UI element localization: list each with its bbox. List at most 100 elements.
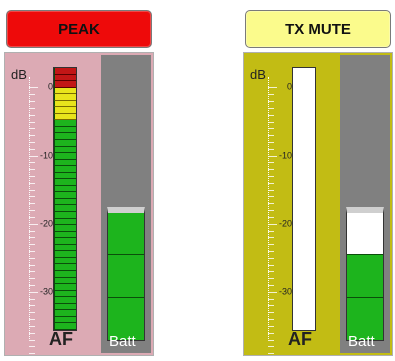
scale-minor-tick bbox=[29, 271, 35, 273]
scale-minor-tick bbox=[29, 107, 35, 109]
scale-minor-tick bbox=[29, 298, 35, 300]
scale-minor-tick bbox=[268, 244, 274, 246]
scale-minor-tick bbox=[29, 121, 35, 123]
channel-left: PEAK dB 0 -10 -20 -30 AF Batt bbox=[4, 8, 156, 361]
scale-minor-tick bbox=[29, 257, 35, 259]
battery-divider bbox=[108, 296, 144, 298]
scale-minor-tick bbox=[29, 305, 35, 307]
scale-minor-tick bbox=[268, 237, 274, 239]
battery-divider bbox=[108, 253, 144, 255]
scale-minor-tick bbox=[29, 203, 35, 205]
scale-minor-tick bbox=[29, 169, 35, 171]
scale-minor-tick bbox=[29, 332, 35, 334]
scale-minor-tick bbox=[268, 250, 274, 252]
scale-minor-tick bbox=[268, 230, 274, 232]
scale-minor-tick bbox=[268, 257, 274, 259]
battery-column-left: Batt bbox=[101, 55, 151, 353]
scale-minor-tick bbox=[268, 332, 274, 334]
af-level-meter-left bbox=[53, 67, 77, 331]
tick-label-m20: -20 bbox=[39, 218, 53, 229]
battery-label: Batt bbox=[109, 333, 136, 350]
scale-minor-tick bbox=[29, 155, 38, 157]
scale-minor-tick bbox=[268, 114, 274, 116]
scale-minor-tick bbox=[29, 346, 35, 348]
scale-minor-tick bbox=[29, 291, 38, 293]
db-unit-label: dB bbox=[11, 67, 27, 82]
meter-panel-left: dB 0 -10 -20 -30 AF Batt bbox=[4, 52, 154, 361]
battery-divider bbox=[347, 296, 383, 298]
scale-minor-tick bbox=[268, 101, 274, 103]
tick-label-m20: -20 bbox=[278, 218, 292, 229]
scale-minor-tick bbox=[29, 189, 35, 191]
scale-minor-tick bbox=[29, 250, 35, 252]
battery-meter-left bbox=[107, 207, 145, 341]
scale-minor-tick bbox=[268, 346, 274, 348]
db-scale-right: 0 -10 -20 -30 bbox=[268, 77, 292, 361]
battery-column-right: Batt bbox=[340, 55, 390, 353]
scale-minor-tick bbox=[29, 244, 35, 246]
scale-minor-tick bbox=[268, 325, 274, 327]
scale-minor-tick bbox=[268, 196, 274, 198]
scale-minor-tick bbox=[29, 101, 35, 103]
scale-minor-tick bbox=[268, 319, 274, 321]
scale-minor-tick bbox=[29, 176, 35, 178]
scale-minor-tick bbox=[29, 353, 35, 355]
scale-minor-tick bbox=[268, 291, 277, 293]
scale-minor-tick bbox=[29, 339, 35, 341]
scale-minor-tick bbox=[268, 135, 274, 137]
scale-minor-tick bbox=[268, 121, 274, 123]
tx-mute-status-button[interactable]: TX MUTE bbox=[245, 10, 391, 48]
scale-minor-tick bbox=[29, 94, 35, 96]
scale-minor-tick bbox=[268, 223, 277, 225]
scale-minor-tick bbox=[29, 210, 35, 212]
scale-minor-tick bbox=[268, 216, 274, 218]
db-unit-label: dB bbox=[250, 67, 266, 82]
scale-minor-tick bbox=[29, 230, 35, 232]
scale-line bbox=[29, 77, 30, 339]
scale-minor-tick bbox=[268, 176, 274, 178]
scale-minor-tick bbox=[268, 271, 274, 273]
scale-minor-tick bbox=[29, 325, 35, 327]
scale-minor-tick bbox=[268, 162, 274, 164]
af-level-meter-right bbox=[292, 67, 316, 331]
scale-minor-tick bbox=[268, 155, 277, 157]
scale-minor-tick bbox=[29, 196, 35, 198]
scale-minor-tick bbox=[29, 216, 35, 218]
af-level-fill bbox=[54, 68, 76, 330]
scale-minor-tick bbox=[268, 87, 277, 89]
scale-minor-tick bbox=[268, 182, 274, 184]
scale-minor-tick bbox=[268, 128, 274, 130]
af-label: AF bbox=[49, 329, 73, 349]
scale-minor-tick bbox=[29, 278, 35, 280]
scale-minor-tick bbox=[29, 135, 35, 137]
tick-label-m10: -10 bbox=[39, 150, 53, 161]
scale-minor-tick bbox=[268, 264, 274, 266]
battery-meter-right bbox=[346, 207, 384, 341]
scale-minor-tick bbox=[268, 305, 274, 307]
scale-minor-tick bbox=[268, 339, 274, 341]
channel-right: TX MUTE dB 0 -10 -20 -30 AF Batt bbox=[243, 8, 395, 361]
scale-minor-tick bbox=[29, 148, 35, 150]
scale-minor-tick bbox=[268, 107, 274, 109]
battery-level-fill bbox=[108, 213, 144, 340]
peak-status-button[interactable]: PEAK bbox=[6, 10, 152, 48]
db-scale-left: 0 -10 -20 -30 bbox=[29, 77, 53, 361]
scale-minor-tick bbox=[268, 312, 274, 314]
tick-label-m30: -30 bbox=[39, 286, 53, 297]
tick-label-m10: -10 bbox=[278, 150, 292, 161]
scale-minor-tick bbox=[268, 148, 274, 150]
scale-minor-tick bbox=[29, 285, 35, 287]
scale-minor-tick bbox=[29, 114, 35, 116]
scale-minor-tick bbox=[29, 141, 35, 143]
scale-minor-tick bbox=[268, 94, 274, 96]
battery-label: Batt bbox=[348, 333, 375, 350]
af-label: AF bbox=[288, 329, 312, 349]
scale-minor-tick bbox=[268, 141, 274, 143]
scale-minor-tick bbox=[268, 210, 274, 212]
scale-minor-tick bbox=[268, 169, 274, 171]
scale-minor-tick bbox=[29, 237, 35, 239]
scale-minor-tick bbox=[268, 189, 274, 191]
scale-minor-tick bbox=[29, 87, 38, 89]
scale-minor-tick bbox=[29, 128, 35, 130]
scale-minor-tick bbox=[268, 278, 274, 280]
